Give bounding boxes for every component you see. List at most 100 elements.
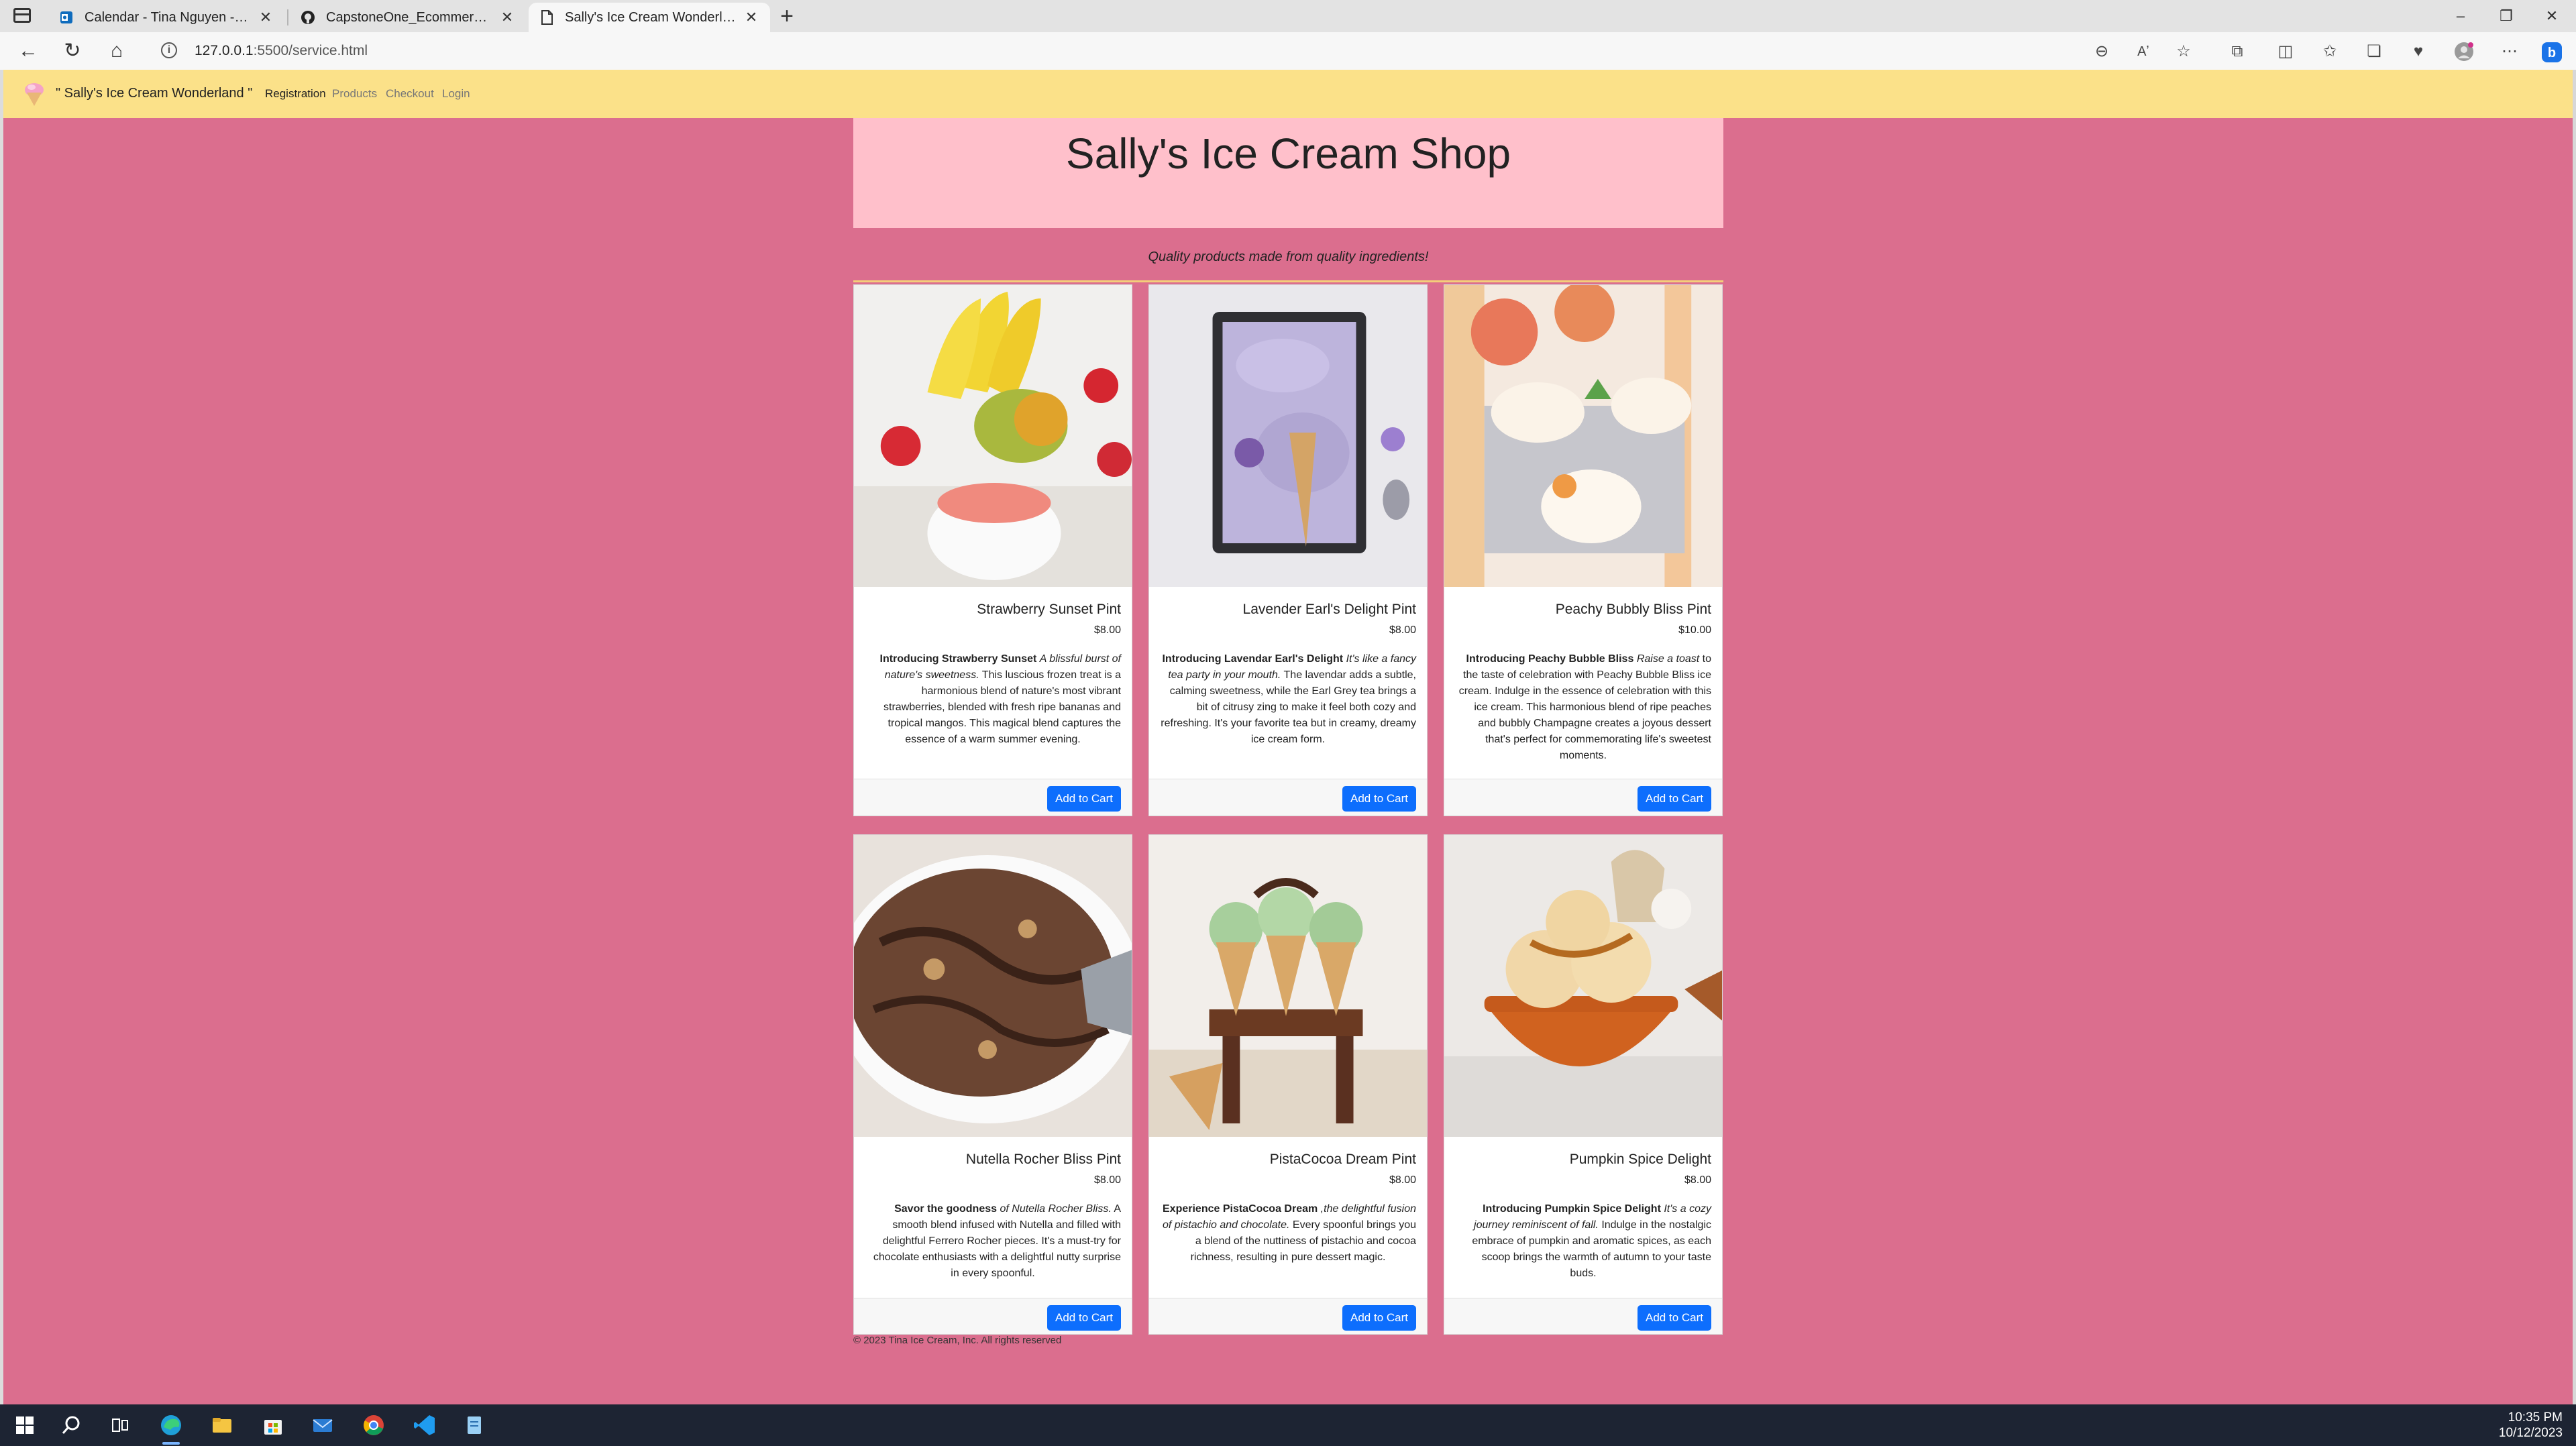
more-options-icon[interactable]: ⋯ <box>2500 42 2520 62</box>
card-footer: Add to Cart <box>1149 1298 1427 1334</box>
restore-window-icon[interactable]: ❐ <box>2493 5 2520 27</box>
product-intro: Savor the goodness <box>894 1203 998 1215</box>
read-aloud-icon[interactable]: Aʼ <box>2133 42 2153 62</box>
zoom-out-icon[interactable]: ⊖ <box>2092 42 2112 62</box>
product-description: Introducing Pumpkin Spice Delight It's a… <box>1455 1201 1711 1282</box>
nutella-rocher-image <box>854 835 1132 1137</box>
nav-link-registration[interactable]: Registration <box>265 87 326 101</box>
tab-sallys-ice-cream[interactable]: Sally's Ice Cream Wonderland! ✕ <box>529 3 770 32</box>
copilot-icon[interactable]: b <box>2541 42 2562 62</box>
product-name: Pumpkin Spice Delight <box>1569 1152 1711 1167</box>
product-body: to the taste of celebration with Peachy … <box>1458 653 1711 761</box>
notepad-icon[interactable] <box>462 1412 487 1438</box>
extensions-icon[interactable]: ⧉ <box>2227 42 2247 62</box>
favorite-star-icon[interactable]: ☆ <box>2174 42 2194 62</box>
product-card-lavender-earl: Lavender Earl's Delight Pint $8.00 Intro… <box>1148 284 1428 816</box>
chrome-icon[interactable] <box>361 1412 386 1438</box>
product-price: $8.00 <box>1389 1174 1416 1186</box>
page-viewport: " Sally's Ice Cream Wonderland " Registr… <box>3 70 2573 1404</box>
profile-avatar-icon[interactable] <box>2454 42 2474 62</box>
site-navbar: " Sally's Ice Cream Wonderland " Registr… <box>3 70 2573 118</box>
vscode-icon[interactable] <box>412 1412 437 1438</box>
microsoft-store-icon[interactable] <box>260 1412 286 1438</box>
close-tab-icon[interactable]: ✕ <box>743 9 759 26</box>
page-icon <box>539 10 554 25</box>
product-name: PistaCocoa Dream Pint <box>1269 1152 1416 1167</box>
add-to-cart-button[interactable]: Add to Cart <box>1047 1305 1121 1331</box>
card-footer: Add to Cart <box>1444 779 1722 816</box>
edge-browser-icon[interactable] <box>158 1412 184 1445</box>
product-description: Introducing Strawberry Sunset A blissful… <box>865 651 1122 748</box>
product-description: Experience PistaCocoa Dream ,the delight… <box>1160 1201 1416 1266</box>
product-tagline: of Nutella Rocher Bliss. <box>1000 1203 1112 1215</box>
add-to-cart-button[interactable]: Add to Cart <box>1638 1305 1711 1331</box>
page-scrollbar[interactable] <box>2573 70 2576 1404</box>
site-brand[interactable]: " Sally's Ice Cream Wonderland " <box>56 86 252 101</box>
close-window-icon[interactable]: ✕ <box>2538 5 2565 27</box>
nav-link-login[interactable]: Login <box>442 87 470 101</box>
pistacocoa-image <box>1149 835 1427 1137</box>
search-icon[interactable] <box>59 1412 85 1438</box>
windows-start-icon[interactable] <box>12 1412 38 1438</box>
shop-header: Sally's Ice Cream Shop <box>853 118 1723 228</box>
clock-date: 10/12/2023 <box>2498 1426 2563 1440</box>
browser-tab-bar: Calendar - Tina Nguyen - Outlook ✕ Capst… <box>0 0 2576 32</box>
product-name: Lavender Earl's Delight Pint <box>1242 602 1416 617</box>
product-intro: Introducing Pumpkin Spice Delight <box>1483 1203 1661 1215</box>
browser-essentials-icon[interactable]: ♥ <box>2408 42 2428 62</box>
taskbar: 10:35 PM 10/12/2023 <box>0 1404 2576 1446</box>
product-intro: Experience PistaCocoa Dream <box>1163 1203 1318 1215</box>
product-name: Strawberry Sunset Pint <box>977 602 1121 617</box>
product-card-peachy-bubbly: Peachy Bubbly Bliss Pint $10.00 Introduc… <box>1444 284 1723 816</box>
product-description: Savor the goodness of Nutella Rocher Bli… <box>865 1201 1121 1282</box>
home-icon[interactable]: ⌂ <box>103 39 130 63</box>
product-card-pumpkin-spice: Pumpkin Spice Delight $8.00 Introducing … <box>1444 834 1723 1335</box>
favorites-icon[interactable]: ✩ <box>2320 42 2340 62</box>
tab-outlook-calendar[interactable]: Calendar - Tina Nguyen - Outlook ✕ <box>48 3 284 32</box>
nav-link-checkout[interactable]: Checkout <box>386 87 434 101</box>
minimize-window-icon[interactable]: – <box>2447 5 2474 27</box>
add-to-cart-button[interactable]: Add to Cart <box>1342 1305 1416 1331</box>
collections-icon[interactable]: ❏ <box>2364 42 2384 62</box>
file-explorer-icon[interactable] <box>209 1412 235 1438</box>
product-price: $8.00 <box>1093 1174 1121 1186</box>
product-description: Introducing Peachy Bubble Bliss Raise a … <box>1455 651 1711 764</box>
strawberry-sunset-image <box>854 285 1132 587</box>
add-to-cart-button[interactable]: Add to Cart <box>1047 786 1121 812</box>
site-info-icon[interactable]: i <box>161 42 177 58</box>
mail-icon[interactable] <box>310 1412 335 1438</box>
close-tab-icon[interactable]: ✕ <box>499 9 515 26</box>
product-intro: Introducing Peachy Bubble Bliss <box>1466 653 1634 665</box>
close-tab-icon[interactable]: ✕ <box>258 9 274 26</box>
address-host: 127.0.0.1 <box>195 43 254 58</box>
tab-actions-icon[interactable] <box>13 8 31 23</box>
product-price: $8.00 <box>1684 1174 1711 1186</box>
outlook-icon <box>59 10 74 25</box>
nav-link-products[interactable]: Products <box>332 87 377 101</box>
address-bar[interactable]: 127.0.0.1:5500/service.html <box>195 43 368 59</box>
tab-separator <box>287 9 288 25</box>
product-price: $8.00 <box>1093 624 1121 636</box>
card-footer: Add to Cart <box>1444 1298 1722 1334</box>
browser-toolbar: ← ↻ ⌂ i 127.0.0.1:5500/service.html ⊖ Aʼ… <box>0 32 2576 70</box>
peachy-bubbly-image <box>1444 285 1722 587</box>
taskbar-clock[interactable]: 10:35 PM 10/12/2023 <box>2499 1410 2563 1441</box>
add-to-cart-button[interactable]: Add to Cart <box>1342 786 1416 812</box>
new-tab-plus-icon[interactable]: + <box>777 5 797 27</box>
refresh-icon[interactable]: ↻ <box>59 39 86 63</box>
ice-cream-logo-icon[interactable] <box>22 80 46 107</box>
product-intro: Introducing Lavendar Earl's Delight <box>1162 653 1344 665</box>
product-price: $10.00 <box>1678 624 1711 636</box>
tab-github-readme[interactable]: CapstoneOne_Ecommerce/readme ✕ <box>290 3 526 32</box>
card-footer: Add to Cart <box>854 1298 1132 1334</box>
product-price: $8.00 <box>1389 624 1416 636</box>
tab-label: Calendar - Tina Nguyen - Outlook <box>85 9 251 25</box>
tab-label: Sally's Ice Cream Wonderland! <box>565 9 737 25</box>
split-screen-icon[interactable]: ◫ <box>2275 42 2296 62</box>
product-card-nutella-rocher: Nutella Rocher Bliss Pint $8.00 Savor th… <box>853 834 1132 1335</box>
back-arrow-icon[interactable]: ← <box>15 39 42 63</box>
task-view-icon[interactable] <box>107 1412 133 1438</box>
add-to-cart-button[interactable]: Add to Cart <box>1638 786 1711 812</box>
svg-text:b: b <box>2548 46 2556 60</box>
product-name: Peachy Bubbly Bliss Pint <box>1555 602 1711 617</box>
